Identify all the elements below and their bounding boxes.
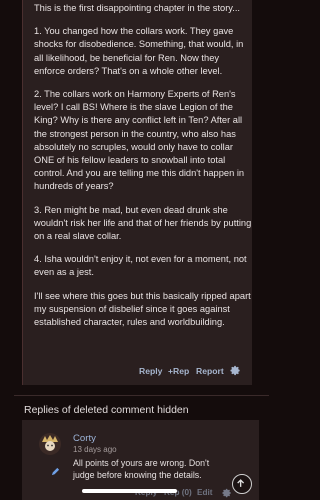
comment-paragraph: 4. Isha wouldn't enjoy it, not even for … [34,254,247,278]
reply-body: All points of yours are wrong. Don't jud… [73,458,210,481]
comment-paragraph: This is the first disappointing chapter … [34,3,241,13]
report-link[interactable]: Report [196,366,224,376]
replies-hidden-header[interactable]: Replies of deleted comment hidden [14,395,269,422]
home-indicator [82,489,177,493]
scroll-top-icon [237,479,245,487]
avatar[interactable] [38,432,62,456]
gear-icon[interactable] [230,365,241,376]
pen-icon [51,467,60,476]
reply-username[interactable]: Corty [73,433,96,444]
reply-timestamp: 13 days ago [73,445,117,454]
rep-link[interactable]: +Rep [168,366,189,376]
comment-body: This is the first disappointing chapter … [34,0,252,339]
comment-paragraph: 2. The collars work on Harmony Experts o… [34,89,245,192]
comment-paragraph: 3. Ren might be mad, but even dead drunk… [34,204,252,242]
reply-edit-link[interactable]: Edit [197,488,212,497]
comment-paragraph: I'll see where this goes but this basica… [34,290,251,328]
reply-link[interactable]: Reply [139,366,162,376]
comment-paragraph: 1. You changed how the collars work. The… [34,26,244,76]
gear-icon[interactable] [222,488,232,498]
scroll-top-button[interactable] [232,474,252,494]
